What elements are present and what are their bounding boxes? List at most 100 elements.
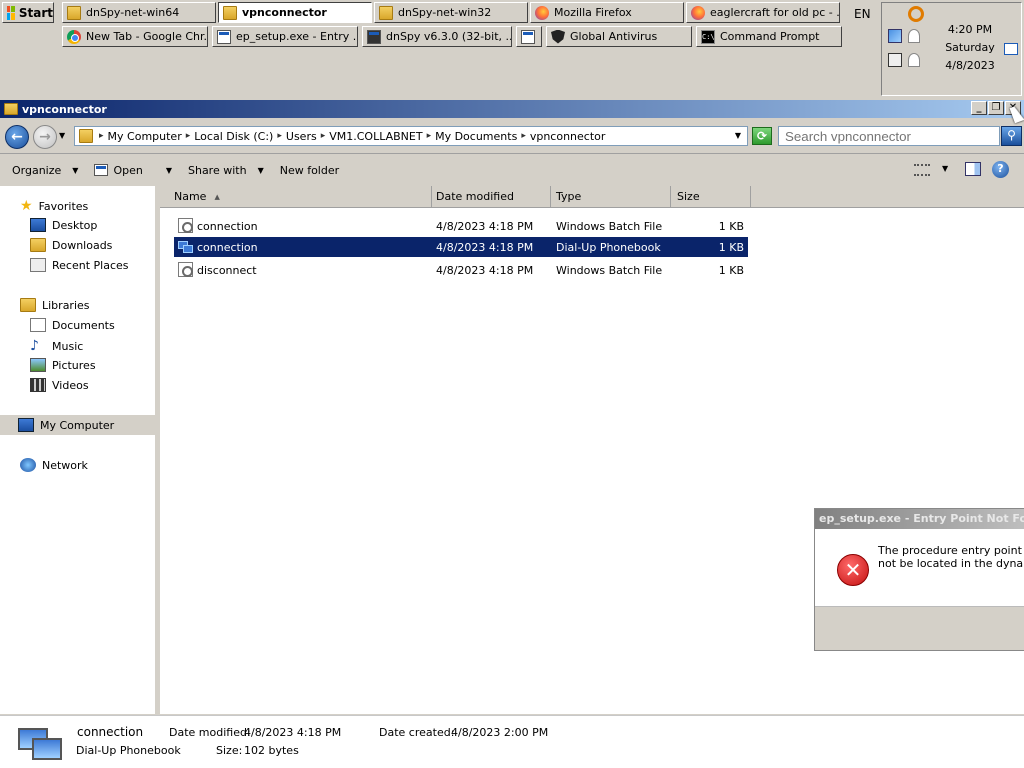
search-icon: ⚲: [1007, 128, 1016, 142]
view-options-icon[interactable]: [914, 164, 930, 176]
show-desktop-icon[interactable]: [1004, 43, 1018, 55]
breadcrumb-separator[interactable]: ▸: [186, 131, 191, 141]
breadcrumb-vpnconnector[interactable]: vpnconnector: [530, 130, 606, 143]
breadcrumb-separator[interactable]: ▸: [321, 131, 326, 141]
security-warning-icon[interactable]: [908, 29, 920, 43]
nav-my-computer[interactable]: My Computer: [0, 415, 157, 435]
firefox-icon: [691, 5, 705, 20]
file-name: connection: [197, 220, 258, 233]
breadcrumb-my-computer[interactable]: My Computer: [108, 130, 182, 143]
refresh-icon: ⟳: [756, 129, 768, 143]
nav-network[interactable]: Network: [20, 458, 88, 472]
breadcrumb-user[interactable]: VM1.COLLABNET: [329, 130, 422, 143]
file-row[interactable]: disconnect 4/8/2023 4:18 PM Windows Batc…: [174, 260, 748, 280]
language-indicator[interactable]: EN: [854, 7, 871, 21]
libraries-icon: [20, 298, 36, 312]
dnspy-icon: [367, 29, 381, 44]
clock-date: 4/8/2023: [945, 59, 995, 72]
organize-menu[interactable]: Organize ▼: [0, 158, 86, 182]
nav-music[interactable]: ♪ Music: [30, 338, 83, 354]
network-tray-icon[interactable]: [888, 29, 902, 43]
breadcrumb-separator[interactable]: ▸: [521, 131, 526, 141]
error-dialog[interactable]: ep_setup.exe - Entry Point Not Found ✕ T…: [814, 508, 1024, 651]
nav-label: Documents: [52, 318, 115, 332]
taskbar-button-dnspy-win64[interactable]: dnSpy-net-win64: [62, 2, 216, 23]
column-header-filler: [751, 186, 1024, 208]
taskbar-button-label: ep_setup.exe - Entry ...: [236, 30, 358, 43]
forward-button[interactable]: →: [33, 125, 57, 149]
refresh-button[interactable]: ⟳: [752, 127, 772, 145]
window-titlebar[interactable]: vpnconnector: [0, 100, 1024, 118]
search-input[interactable]: [778, 126, 1000, 146]
taskbar-button-eaglercraft[interactable]: eaglercraft for old pc - ...: [686, 2, 840, 23]
nav-label: Videos: [52, 378, 89, 392]
clock-time: 4:20 PM: [947, 23, 993, 36]
taskbar-button-dnspy-win32[interactable]: dnSpy-net-win32: [374, 2, 528, 23]
details-created-value: 4/8/2023 2:00 PM: [451, 726, 549, 739]
nav-label: Network: [42, 458, 88, 472]
details-size-value: 102 bytes: [244, 744, 299, 757]
batch-file-icon: [178, 218, 193, 233]
taskbar-button-vpnconnector[interactable]: vpnconnector: [218, 2, 372, 23]
nav-videos[interactable]: Videos: [30, 378, 89, 392]
details-size-label: Size:: [216, 744, 243, 757]
taskbar-button-label: eaglercraft for old pc - ...: [710, 6, 840, 19]
taskbar-button-global-antivirus[interactable]: Global Antivirus: [546, 26, 692, 47]
file-size: 1 KB: [718, 264, 744, 277]
pictures-icon: [30, 358, 46, 372]
nav-libraries[interactable]: Libraries: [20, 298, 90, 312]
chevron-down-icon[interactable]: ▼: [166, 166, 172, 175]
system-tray: 4:20 PM Saturday 4/8/2023: [881, 2, 1022, 96]
taskbar-button-command-prompt[interactable]: C:\ Command Prompt: [696, 26, 842, 47]
start-button[interactable]: Start: [2, 2, 54, 23]
breadcrumb-my-documents[interactable]: My Documents: [435, 130, 517, 143]
column-header-type[interactable]: Type: [551, 186, 671, 208]
taskbar-button-dnspy[interactable]: dnSpy v6.3.0 (32-bit, ...: [362, 26, 512, 47]
file-size: 1 KB: [718, 241, 744, 254]
breadcrumb-separator[interactable]: ▸: [277, 131, 282, 141]
breadcrumb-users[interactable]: Users: [286, 130, 317, 143]
minimize-button[interactable]: _: [971, 101, 987, 115]
open-button[interactable]: Open ▼: [86, 158, 180, 182]
tray-clock[interactable]: 4:20 PM Saturday 4/8/2023: [942, 23, 998, 72]
search-tray-icon[interactable]: [908, 6, 924, 22]
column-header-date-modified[interactable]: Date modified: [432, 186, 551, 208]
taskbar-button-untitled[interactable]: [516, 26, 542, 47]
new-folder-button[interactable]: New folder: [272, 158, 347, 182]
nav-desktop[interactable]: Desktop: [30, 218, 97, 232]
breadcrumb-separator[interactable]: ▸: [99, 131, 104, 141]
view-dropdown-icon[interactable]: ▼: [942, 164, 948, 173]
file-row[interactable]: connection 4/8/2023 4:18 PM Windows Batc…: [174, 216, 748, 236]
recent-pages-dropdown[interactable]: ▼: [59, 131, 65, 140]
file-row-selected[interactable]: connection 4/8/2023 4:18 PM Dial-Up Phon…: [174, 237, 748, 257]
taskbar-button-label: dnSpy-net-win64: [86, 6, 180, 19]
nav-pictures[interactable]: Pictures: [30, 358, 96, 372]
nav-downloads[interactable]: Downloads: [30, 238, 112, 252]
column-header-label: Date modified: [436, 190, 514, 203]
share-with-menu[interactable]: Share with ▼: [180, 158, 272, 182]
nav-recent-places[interactable]: Recent Places: [30, 258, 129, 272]
help-icon[interactable]: ?: [992, 161, 1009, 178]
restore-button[interactable]: ❐: [988, 101, 1004, 115]
dialog-title[interactable]: ep_setup.exe - Entry Point Not Found: [815, 509, 1024, 529]
taskbar-button-firefox[interactable]: Mozilla Firefox: [530, 2, 684, 23]
back-button[interactable]: ←: [5, 125, 29, 149]
window-icon: [521, 29, 535, 44]
address-box[interactable]: ▸ My Computer ▸ Local Disk (C:) ▸ Users …: [74, 126, 748, 146]
folder-icon: [79, 129, 93, 143]
volume-muted-icon[interactable]: [908, 53, 920, 67]
computer-tray-icon[interactable]: [888, 53, 902, 67]
taskbar-button-ep-setup[interactable]: ep_setup.exe - Entry ...: [212, 26, 358, 47]
address-dropdown-icon[interactable]: ▼: [735, 131, 741, 140]
breadcrumb-local-disk[interactable]: Local Disk (C:): [194, 130, 273, 143]
nav-favorites[interactable]: ★ Favorites: [20, 198, 88, 214]
star-icon: ★: [20, 198, 33, 214]
breadcrumb-separator[interactable]: ▸: [427, 131, 432, 141]
taskbar-button-chrome[interactable]: New Tab - Google Chr...: [62, 26, 208, 47]
command-bar: Organize ▼ Open ▼ Share with ▼ New folde…: [0, 155, 1024, 185]
column-header-name[interactable]: Name ▲: [160, 186, 432, 208]
preview-pane-icon[interactable]: [965, 162, 981, 176]
column-header-size[interactable]: Size: [671, 186, 751, 208]
nav-documents[interactable]: Documents: [30, 318, 115, 332]
search-button[interactable]: ⚲: [1001, 126, 1022, 146]
